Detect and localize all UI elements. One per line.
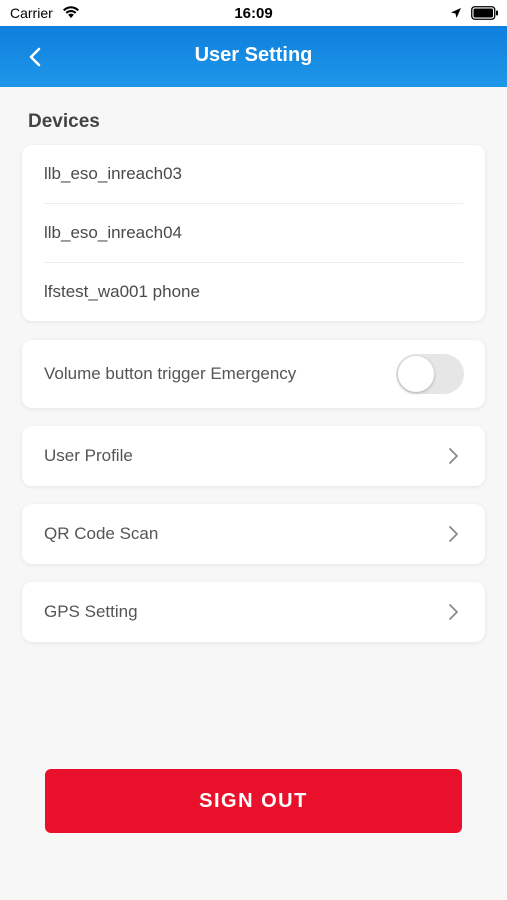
- toggle-knob: [398, 356, 434, 392]
- gps-setting-label: GPS Setting: [44, 602, 138, 621]
- device-label: llb_eso_inreach04: [44, 223, 182, 242]
- device-label: lfstest_wa001 phone: [44, 282, 200, 301]
- device-item[interactable]: llb_eso_inreach03: [44, 145, 463, 203]
- location-arrow-icon: [451, 8, 461, 18]
- sign-out-button[interactable]: SIGN OUT: [45, 769, 462, 833]
- battery-icon: [471, 6, 498, 20]
- gps-setting-row[interactable]: GPS Setting: [22, 582, 485, 642]
- device-item[interactable]: llb_eso_inreach04: [44, 204, 463, 262]
- status-time: 16:09: [234, 5, 273, 22]
- devices-card: llb_eso_inreach03 llb_eso_inreach04 lfst…: [22, 145, 485, 321]
- settings-content: Devices llb_eso_inreach03 llb_eso_inreac…: [0, 87, 507, 900]
- volume-emergency-card: Volume button trigger Emergency: [22, 340, 485, 408]
- volume-emergency-label: Volume button trigger Emergency: [44, 364, 297, 383]
- chevron-right-icon: [449, 448, 458, 464]
- user-profile-label: User Profile: [44, 446, 133, 465]
- qr-code-scan-label: QR Code Scan: [44, 524, 159, 543]
- page-title: User Setting: [194, 44, 313, 66]
- chevron-right-icon: [449, 604, 458, 620]
- qr-code-scan-row[interactable]: QR Code Scan: [22, 504, 485, 564]
- device-item[interactable]: lfstest_wa001 phone: [44, 263, 463, 321]
- chevron-right-icon: [449, 526, 458, 542]
- devices-section-title: Devices: [28, 111, 100, 132]
- status-bar: Carrier 16:09: [0, 0, 507, 26]
- user-profile-row[interactable]: User Profile: [22, 426, 485, 486]
- navigation-bar: User Setting: [0, 26, 507, 87]
- device-label: llb_eso_inreach03: [44, 164, 182, 183]
- volume-emergency-toggle[interactable]: [396, 354, 464, 394]
